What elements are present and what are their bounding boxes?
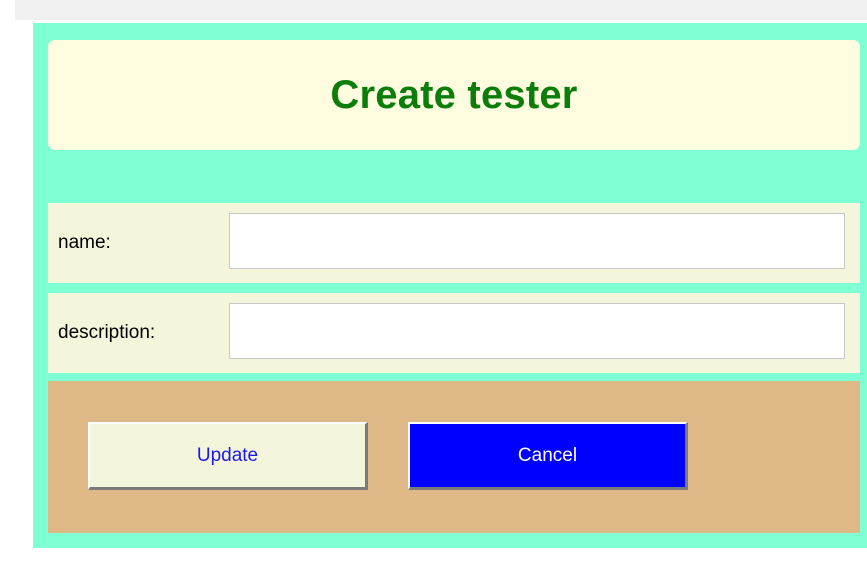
top-strip <box>15 0 867 20</box>
button-bar: Update Cancel <box>48 381 860 533</box>
description-row: description: <box>48 293 860 373</box>
update-button[interactable]: Update <box>88 422 368 490</box>
description-label: description: <box>58 322 156 343</box>
name-label: name: <box>58 232 111 253</box>
page-title: Create tester <box>330 72 578 117</box>
title-box: Create tester <box>48 40 860 150</box>
description-input[interactable] <box>229 303 845 359</box>
name-row: name: <box>48 203 860 283</box>
create-tester-form: Create tester name: description: Update … <box>33 23 867 548</box>
name-input[interactable] <box>229 213 845 269</box>
cancel-button[interactable]: Cancel <box>408 422 688 490</box>
